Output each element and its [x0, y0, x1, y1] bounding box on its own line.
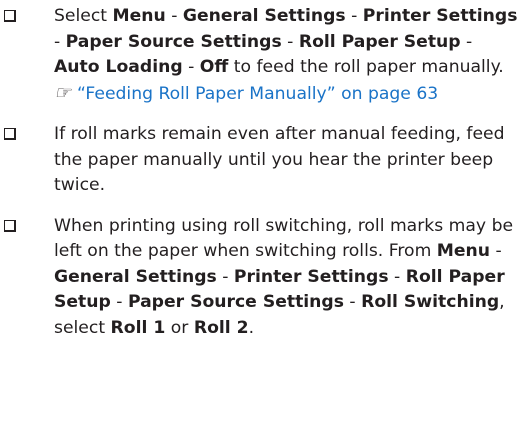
page-reference-link[interactable]: “Feeding Roll Paper Manually” on page 63: [77, 84, 438, 104]
menu-path-item: Paper Source Settings: [65, 31, 282, 52]
item-text: If roll marks remain even after manual f…: [54, 124, 505, 195]
menu-path-item: General Settings: [182, 6, 346, 26]
list-item: If roll marks remain even after manual f…: [0, 122, 526, 199]
menu-path-item: Off: [199, 57, 229, 77]
list-item: Select Menu - General Settings - Printer…: [0, 4, 526, 107]
menu-path-item: Menu: [436, 241, 491, 261]
roll-option: Roll 2: [193, 317, 249, 338]
menu-path-item: Paper Source Settings: [127, 292, 344, 312]
checkbox-bullet-icon: [4, 128, 16, 140]
cross-reference: ☞ “Feeding Roll Paper Manually” on page 6…: [54, 81, 520, 108]
menu-path-item: Menu: [112, 6, 166, 26]
pointing-hand-icon: ☞: [54, 81, 72, 104]
checklist: Select Menu - General Settings - Printer…: [0, 4, 526, 341]
menu-path-item: General Settings: [54, 266, 217, 287]
list-item: When printing using roll switching, roll…: [0, 214, 526, 342]
checkbox-bullet-icon: [4, 10, 16, 22]
checkbox-bullet-icon: [4, 219, 16, 232]
menu-path-item: Roll Paper Setup: [298, 31, 461, 52]
menu-path-item: Auto Loading: [54, 57, 183, 77]
item-text: Select Menu - General Settings - Printer…: [54, 6, 518, 77]
menu-path-item: Roll Switching: [361, 292, 500, 312]
menu-path-item: Printer Settings: [233, 266, 389, 287]
item-text: When printing using roll switching, roll…: [54, 215, 514, 338]
menu-path-item: Printer Settings: [362, 6, 518, 26]
roll-option: Roll 1: [110, 317, 166, 338]
